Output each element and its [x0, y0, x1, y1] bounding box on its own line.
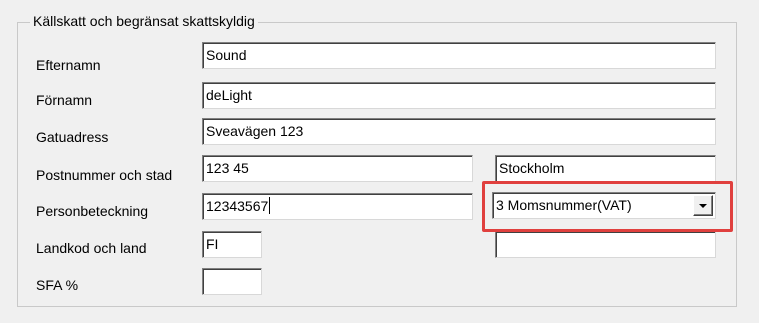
personbeteckning-field[interactable]: 12343567 [202, 193, 473, 220]
gatuadress-field[interactable]: Sveavägen 123 [202, 118, 716, 145]
label-sfa: SFA % [36, 277, 79, 293]
fornamn-field[interactable]: deLight [202, 82, 716, 109]
postnummer-field[interactable]: 123 45 [202, 155, 473, 182]
personbeteckning-value: 12343567 [206, 198, 269, 214]
label-landkod-och-land: Landkod och land [36, 240, 147, 256]
stad-field[interactable]: Stockholm [495, 155, 716, 182]
label-fornamn: Förnamn [36, 92, 93, 108]
highlight-box [482, 181, 733, 232]
efternamn-field[interactable]: Sound [202, 42, 716, 69]
label-gatuadress: Gatuadress [36, 129, 109, 145]
label-postnummer-och-stad: Postnummer och stad [36, 167, 173, 183]
sfa-field[interactable] [202, 268, 262, 295]
land-field[interactable] [495, 231, 716, 258]
groupbox-title: Källskatt och begränsat skattskyldig [30, 11, 258, 31]
landkod-field[interactable]: FI [202, 231, 262, 258]
label-efternamn: Efternamn [36, 57, 101, 73]
text-caret [269, 197, 271, 214]
label-personbeteckning: Personbeteckning [36, 203, 149, 219]
